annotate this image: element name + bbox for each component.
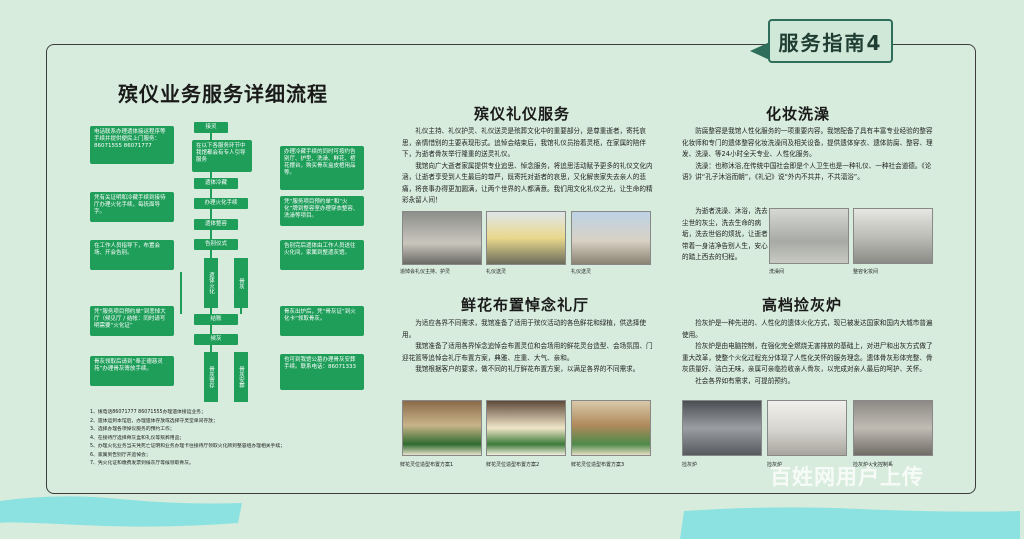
makeup-title: 化妆洗澡 xyxy=(766,105,831,123)
note-line: 1、拨电话86071777 86071555办理遗体接运业务； xyxy=(90,410,206,415)
flow-right-box-3: 告别完后遗体由工作人员送往火化间，家属到整遗灰馆。 xyxy=(280,240,364,270)
flow-node-farewell: 告别仪式 xyxy=(194,239,238,250)
flow-right-box-1: 办理冷藏手续的同时可按约告别厅、护型、洗澡、鲜花、棺花摆台，购买骨灰盒皮棺用品等… xyxy=(280,146,364,190)
flowers-photo-1 xyxy=(402,400,482,456)
etiquette-paragraph: 礼仪主持、礼仪护灵、礼仪送灵是殡葬文化中的重要部分，是尊重逝者，寄托哀思，亲情惜… xyxy=(402,127,646,158)
flowers-photo-2 xyxy=(486,400,566,456)
flowers-paragraph: 我馆准备了适用各界悼念追悼会布置灵位和会场用的鲜花灵台造型、会场氛围、门迎花篮等… xyxy=(402,342,653,362)
flowers-caption: 鲜花灵位造型布置方案3 xyxy=(571,462,625,468)
ash-paragraph: 社会各界如有需求，可提前预约。 xyxy=(695,376,795,385)
ash-title: 高档捡灰炉 xyxy=(762,296,843,314)
makeup-paragraph: 防腐整容是我馆人性化服务的一项重要内容。我馆配备了具有丰富专业经验的整容化妆师和… xyxy=(682,127,933,158)
makeup-caption: 整容化妆间 xyxy=(853,269,879,275)
note-line: 6、家属到告别厅开追悼会； xyxy=(90,452,151,458)
process-notes: 1、拨电话86071777 86071555办理遗体接运业务； 2、遗体运到本馆… xyxy=(90,409,370,469)
flow-right-box-5: 也可到我馆公墓办理骨灰安葬手续。联系电话：86071333 xyxy=(280,354,364,390)
note-line: 5、办理火化业务当天凭死亡证明和业务办理卡往接待厅领取火化牌到整容组办理相关手续… xyxy=(90,444,285,449)
flow-node-store: 骨灰寄存 xyxy=(204,352,218,402)
flow-node-dressing: 遗体整容 xyxy=(194,219,238,230)
flow-node-settle: 结账 xyxy=(194,314,238,325)
etiquette-photo-1 xyxy=(402,211,482,265)
note-line: 7、凭火化证和缴费发票到候灰厅等候领取骨灰。 xyxy=(90,461,194,466)
flow-node-cremation: 遗体火化 xyxy=(204,258,218,308)
flow-left-box-5: 骨灰领取后请到“奉正德慈灵苑”办理骨灰寄放手续。 xyxy=(90,356,174,386)
main-title: 殡仪业务服务详细流程 xyxy=(118,82,328,106)
ash-caption: 捡灰炉 xyxy=(682,462,698,468)
decorative-brush-right xyxy=(680,507,1020,539)
tab-label: 服务指南4 xyxy=(768,19,893,63)
ash-paragraph: 捡灰炉是由电脑控制，在强化完全燃烧无害排放的基础上，对进尸和出灰方式做了重大改革… xyxy=(682,342,933,373)
flow-left-box-2: 凭有关证明和冷藏手续到接待厅办理火化手续，每抚面导字。 xyxy=(90,192,174,222)
note-line: 4、在接待厅选择骨灰盒和礼仪等殡葬用品； xyxy=(90,435,185,441)
decorative-brush-left xyxy=(0,496,242,527)
flow-right-box-4: 骨灰出炉后，凭“骨灰证”到火化卡“领取骨灰。 xyxy=(280,306,364,336)
flow-branch-left xyxy=(180,272,182,314)
makeup-bath-text: 为逝者洗澡、沐浴，洗去尘世的灰尘，洗去生命的病垢，洗去世俗的烦扰，让逝者带着一身… xyxy=(682,206,768,264)
makeup-photo-1 xyxy=(769,208,849,264)
flow-left-box-3: 在工作人员指导下，布置会场、开会告别。 xyxy=(90,240,174,270)
watermark: 百姓网用户上传 xyxy=(770,465,924,489)
etiquette-paragraph: 我馆向广大逝者家属提供专业追思、悼念服务，将追思活动赋予更多的礼仪文化内涵，让逝… xyxy=(402,161,653,205)
flow-node-bury: 骨灰安葬 xyxy=(234,352,248,402)
makeup-photo-2 xyxy=(853,208,933,264)
ash-paragraph: 捡灰炉是一种先进的、人性化的遗体火化方式，现已被发达国家和国内大城市普遍使用。 xyxy=(682,319,933,339)
etiquette-title: 殡仪礼仪服务 xyxy=(474,105,571,123)
flowers-photo-3 xyxy=(571,400,651,456)
flow-node-inform: 在以下各服务环节中我馆都会有专人引导服务 xyxy=(192,140,252,172)
etiquette-caption: 礼仪送灵 xyxy=(571,269,592,275)
flowers-title: 鲜花布置悼念礼厅 xyxy=(461,296,590,314)
flowers-paragraph: 我馆根据客户的要求，做不同的礼厅鲜花布置方案，以满足各界的不同需求。 xyxy=(415,365,640,373)
flowers-caption: 鲜花灵位造型布置方案2 xyxy=(486,462,540,468)
flow-node-note: 骨灰 xyxy=(234,258,248,308)
flow-left-box-1: 电话联系办理遗体接运程序等手续并提供便民上门服务：86071555 860717… xyxy=(90,126,174,164)
etiquette-photo-2 xyxy=(486,211,566,265)
etiquette-text: 礼仪主持、礼仪护灵、礼仪送灵是殡葬文化中的重要部分，是尊重逝者，寄托哀思，亲情惜… xyxy=(402,126,654,207)
flow-node-cremation-proc: 办理火化手续 xyxy=(194,198,248,209)
etiquette-caption: 礼仪送灵 xyxy=(486,269,507,275)
makeup-paragraph: 为逝者洗澡、沐浴，洗去尘世的灰尘，洗去生命的病垢，洗去世俗的烦扰，让逝者带着一身… xyxy=(682,207,768,261)
flow-node-cold-storage: 遗体冷藏 xyxy=(194,178,238,189)
makeup-text: 防腐整容是我馆人性化服务的一项重要内容。我馆配备了具有丰富专业经验的整容化妆师和… xyxy=(682,126,934,184)
ash-photo-3 xyxy=(853,400,933,456)
note-line: 2、遗体运到本馆后，办理遗体存放或选择守灵堂单间存放； xyxy=(90,418,218,424)
ash-photo-2 xyxy=(767,400,847,456)
flowers-caption: 鲜花灵位造型布置方案1 xyxy=(400,462,454,468)
flowers-paragraph: 为适应各界不同需求，我馆准备了适用于殡仪活动的各色鲜花和绿植，供选择使用。 xyxy=(402,319,646,339)
makeup-paragraph: 洗澡：也称沐浴,在传统中国社会即是个人卫生也是一种礼仪、一种社会道德。《论语》讲… xyxy=(682,161,932,182)
note-line: 3、选择办理各项悼仪服务的预约工作； xyxy=(90,427,175,432)
etiquette-caption: 追悼会礼仪主持、护灵 xyxy=(400,269,451,275)
flow-node-receive: 接灵 xyxy=(194,122,228,133)
flow-right-box-2: 凭“服务项目预约单”和“火化”牌到整容室办理穿衣整容、洗澡等项目。 xyxy=(280,196,364,226)
makeup-caption: 洗澡间 xyxy=(769,269,785,275)
ash-photo-1 xyxy=(682,400,762,456)
etiquette-photo-3 xyxy=(571,211,651,265)
ash-text: 捡灰炉是一种先进的、人性化的遗体火化方式，现已被发达国家和国内大城市普遍使用。 … xyxy=(682,318,934,387)
service-guide-tab: 服务指南4 xyxy=(750,11,898,73)
flow-left-box-4: 凭“服务项目预约单”到悲悼大厅（候见厅 / 结帐：同时请写明需要“火化证” xyxy=(90,306,174,336)
flowers-text: 为适应各界不同需求，我馆准备了适用于殡仪活动的各色鲜花和绿植，供选择使用。 我馆… xyxy=(402,318,654,376)
flow-node-collect: 候灰 xyxy=(194,334,238,345)
